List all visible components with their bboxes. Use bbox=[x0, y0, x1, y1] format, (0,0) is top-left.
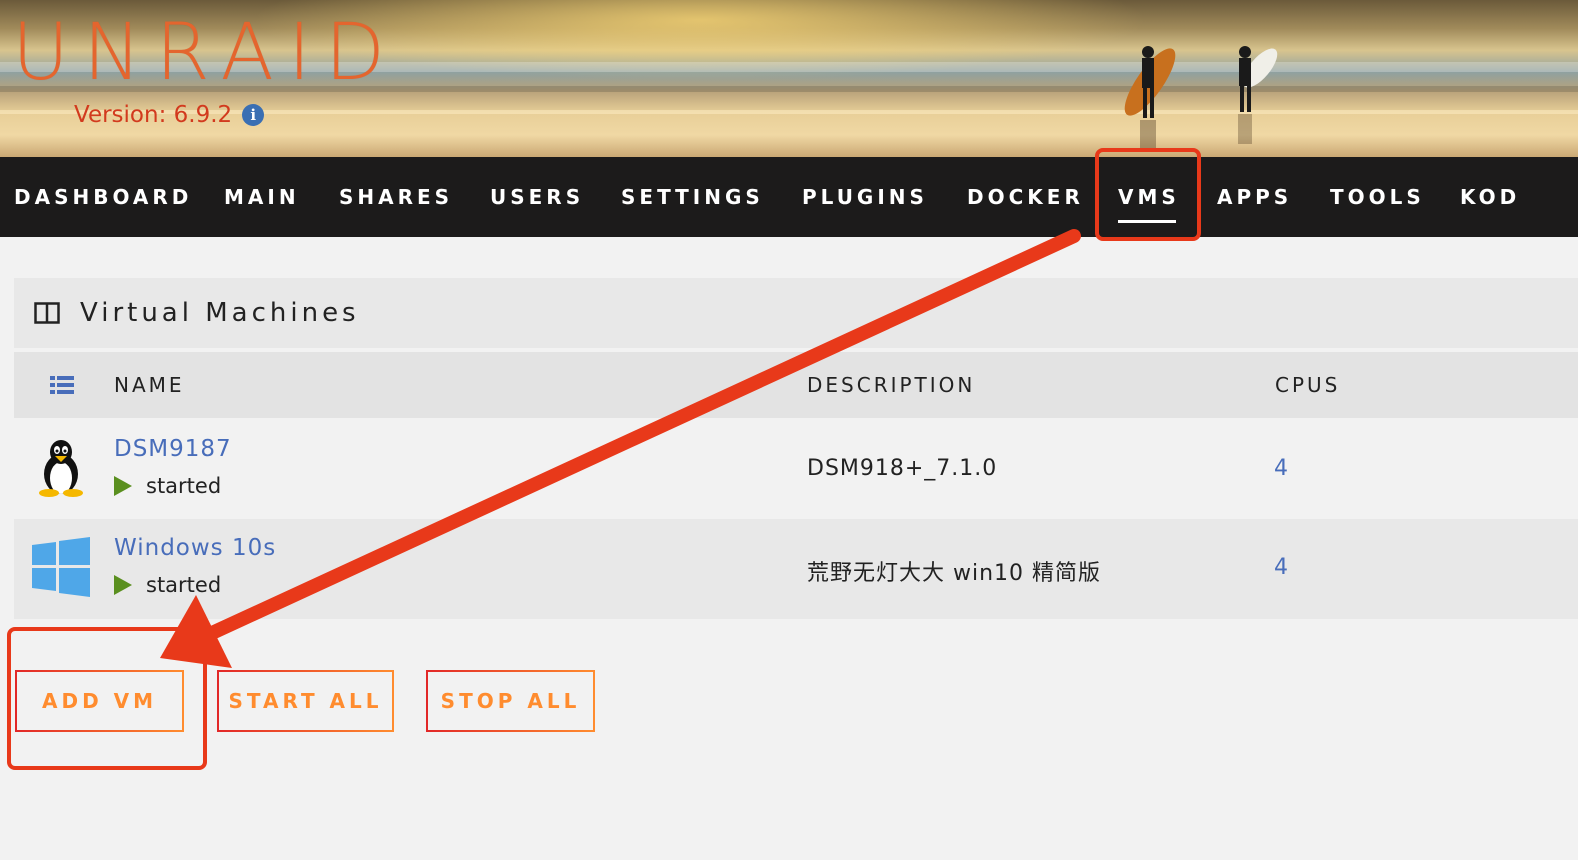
table-row: Windows 10s started 荒野无灯大大 win10 精简版 4 bbox=[14, 519, 1578, 619]
surfers-illustration bbox=[1124, 46, 1278, 150]
add-vm-button[interactable]: ADD VM bbox=[15, 670, 184, 732]
nav-item-plugins[interactable]: PLUGINS bbox=[802, 157, 928, 237]
list-icon[interactable] bbox=[50, 376, 74, 394]
columns-icon bbox=[34, 302, 60, 324]
nav-item-shares[interactable]: SHARES bbox=[339, 157, 453, 237]
nav-item-main[interactable]: MAIN bbox=[224, 157, 300, 237]
nav-item-apps[interactable]: APPS bbox=[1217, 157, 1292, 237]
nav-item-dashboard[interactable]: DASHBOARD bbox=[14, 157, 192, 237]
vm-status-text: started bbox=[146, 573, 222, 597]
column-header-cpus[interactable]: CPUS bbox=[1275, 352, 1340, 418]
vm-status: started bbox=[114, 474, 221, 498]
vm-description: DSM918+_7.1.0 bbox=[807, 456, 998, 481]
nav-item-vms[interactable]: VMS bbox=[1118, 157, 1180, 237]
stop-all-button[interactable]: STOP ALL bbox=[426, 670, 595, 732]
panel-header: Virtual Machines bbox=[14, 278, 1578, 348]
vm-status: started bbox=[114, 573, 221, 597]
info-icon[interactable]: i bbox=[242, 104, 265, 126]
nav-item-kod[interactable]: KOD bbox=[1460, 157, 1520, 237]
vm-description: 荒野无灯大大 win10 精简版 bbox=[807, 561, 1102, 586]
windows-icon[interactable] bbox=[32, 537, 90, 597]
version-label: Version: 6.9.2 i bbox=[74, 102, 265, 128]
table-header: NAME DESCRIPTION CPUS bbox=[14, 352, 1578, 418]
column-header-description[interactable]: DESCRIPTION bbox=[807, 352, 975, 418]
nav-item-tools[interactable]: TOOLS bbox=[1330, 157, 1425, 237]
nav-item-docker[interactable]: DOCKER bbox=[967, 157, 1084, 237]
table-row: DSM9187 started DSM918+_7.1.0 4 bbox=[14, 420, 1578, 520]
column-header-name[interactable]: NAME bbox=[114, 352, 185, 418]
vm-cpus[interactable]: 4 bbox=[1274, 555, 1288, 580]
play-icon bbox=[114, 575, 132, 595]
main-nav: DASHBOARD MAIN SHARES USERS SETTINGS PLU… bbox=[0, 157, 1578, 237]
nav-item-users[interactable]: USERS bbox=[490, 157, 584, 237]
nav-item-settings[interactable]: SETTINGS bbox=[621, 157, 764, 237]
version-text: Version: 6.9.2 bbox=[74, 102, 233, 128]
vm-cpus[interactable]: 4 bbox=[1274, 456, 1288, 481]
panel-title: Virtual Machines bbox=[80, 298, 360, 328]
vm-status-text: started bbox=[146, 474, 222, 498]
linux-tux-icon[interactable] bbox=[36, 438, 86, 498]
vm-name-link[interactable]: DSM9187 bbox=[114, 436, 232, 462]
start-all-button[interactable]: START ALL bbox=[217, 670, 394, 732]
header-banner: UNRAID Version: 6.9.2 i bbox=[0, 0, 1578, 157]
play-icon bbox=[114, 476, 132, 496]
unraid-logo: UNRAID bbox=[12, 8, 399, 98]
vm-name-link[interactable]: Windows 10s bbox=[114, 535, 276, 561]
